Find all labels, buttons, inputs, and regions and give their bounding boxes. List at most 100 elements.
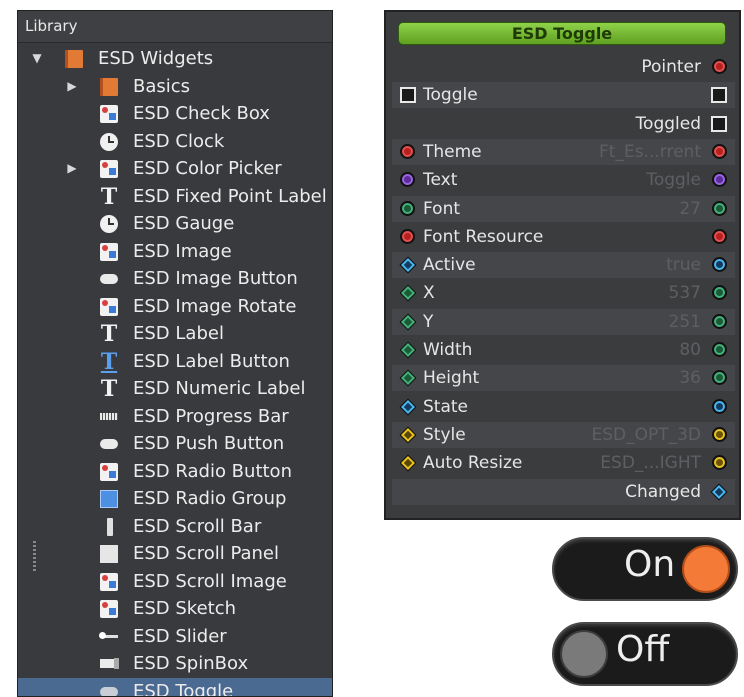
property-label: Font	[423, 198, 461, 219]
tree-item[interactable]: ESD Gauge	[18, 210, 332, 238]
property-row[interactable]: Text Toggle	[392, 167, 735, 193]
image-icon	[100, 297, 118, 316]
input-pin-icon[interactable]	[400, 143, 415, 159]
tree-item[interactable]: ESD Scroll Panel	[18, 540, 332, 568]
property-row[interactable]: Font 27	[392, 195, 735, 222]
tree-item[interactable]: ESD SpinBox	[18, 650, 332, 678]
input-pin-icon[interactable]	[399, 284, 417, 302]
output-pin-icon[interactable]	[712, 313, 727, 329]
property-value[interactable]: Ft_Es...rrent	[599, 139, 701, 165]
property-row[interactable]: Active true	[392, 252, 735, 279]
collapse-arrow-icon[interactable]: ▶	[65, 155, 79, 183]
property-label: Theme	[423, 141, 482, 162]
output-pin-icon[interactable]	[712, 200, 727, 216]
property-row[interactable]: Pointer	[392, 54, 735, 80]
tree-item[interactable]: ESD Slider	[18, 623, 332, 651]
property-row[interactable]: Y 251	[392, 308, 735, 335]
property-row[interactable]: Style ESD_OPT_3D	[392, 421, 735, 448]
output-pin-icon[interactable]	[712, 370, 727, 386]
tree-item[interactable]: ▶ ESD Color Picker	[18, 155, 332, 183]
property-row[interactable]: Height 36	[392, 365, 735, 392]
output-pin-icon[interactable]	[712, 342, 727, 357]
property-value[interactable]: 36	[679, 365, 701, 391]
output-pin-icon[interactable]	[712, 143, 727, 159]
node-title[interactable]: ESD Toggle	[398, 22, 726, 45]
input-pin-icon[interactable]	[400, 200, 415, 216]
output-pin-icon[interactable]	[710, 483, 728, 500]
tree-item[interactable]: ESD Clock	[18, 128, 332, 156]
output-pin-icon[interactable]	[712, 257, 727, 273]
property-value[interactable]: 80	[679, 337, 701, 363]
property-value[interactable]: 27	[679, 196, 701, 222]
tree-item-label: ESD Slider	[133, 625, 227, 647]
property-row[interactable]: Width 80	[392, 337, 735, 363]
property-value[interactable]: ESD_...IGHT	[600, 450, 701, 476]
input-pin-icon[interactable]	[399, 256, 417, 274]
image-icon	[100, 462, 118, 481]
tree-item[interactable]: T ESD Label	[18, 320, 332, 348]
property-value[interactable]: ESD_OPT_3D	[591, 422, 701, 448]
tree-item-label: ESD Radio Group	[133, 488, 287, 509]
input-pin-icon[interactable]	[400, 172, 415, 188]
tree-item[interactable]: ESD Image	[18, 238, 332, 266]
property-row[interactable]: Toggled	[392, 111, 735, 137]
clock-icon	[100, 132, 118, 151]
output-pin-icon[interactable]	[711, 115, 727, 132]
output-pin-icon[interactable]	[712, 59, 727, 74]
input-pin-icon[interactable]	[399, 313, 417, 331]
output-pin-icon[interactable]	[712, 426, 727, 442]
text-icon: T	[100, 376, 118, 402]
tree-item[interactable]: ESD Progress Bar	[18, 403, 332, 431]
resize-grip[interactable]	[33, 541, 36, 571]
tree-item[interactable]: ESD Toggle	[18, 677, 332, 696]
node-panel[interactable]: ESD Toggle Pointer Toggle Toggled Theme Ft_E…	[384, 10, 741, 520]
input-pin-icon[interactable]	[399, 341, 417, 359]
tree-item[interactable]: ESD Radio Button	[18, 458, 332, 486]
input-pin-icon[interactable]	[399, 426, 417, 444]
toggle-off-preview[interactable]: Off	[548, 619, 743, 693]
expand-arrow-icon[interactable]: ▼	[30, 45, 44, 73]
tree-item-label: ESD Radio Button	[133, 460, 292, 482]
property-row[interactable]: Font Resource	[392, 224, 735, 250]
tree-item[interactable]: T ESD Fixed Point Label	[18, 183, 332, 211]
collapse-arrow-icon[interactable]: ▶	[65, 73, 79, 101]
tree-item[interactable]: T ESD Numeric Label	[18, 375, 332, 403]
property-row[interactable]: Toggle	[392, 82, 735, 109]
input-pin-icon[interactable]	[399, 369, 417, 387]
property-value[interactable]: 251	[669, 309, 701, 335]
input-pin-icon[interactable]	[400, 228, 415, 244]
input-pin-icon[interactable]	[399, 454, 417, 472]
output-pin-icon[interactable]	[711, 87, 727, 104]
property-row[interactable]: Changed	[392, 478, 735, 505]
tree-item[interactable]: ESD Sketch	[18, 595, 332, 623]
property-label: Y	[423, 311, 434, 332]
property-value[interactable]: 537	[669, 280, 701, 306]
output-pin-icon[interactable]	[712, 398, 727, 414]
property-row[interactable]: X 537	[392, 280, 735, 306]
tree-item[interactable]: ▶ Basics	[18, 73, 332, 101]
property-row[interactable]: Theme Ft_Es...rrent	[392, 138, 735, 165]
output-pin-icon[interactable]	[712, 228, 727, 244]
tree-item[interactable]: T ESD Label Button	[18, 348, 332, 376]
output-pin-icon[interactable]	[712, 455, 727, 471]
toggle-knob[interactable]	[560, 630, 608, 678]
property-value[interactable]: Toggle	[646, 167, 701, 193]
property-row[interactable]: Auto Resize ESD_...IGHT	[392, 450, 735, 476]
input-pin-icon[interactable]	[400, 87, 416, 104]
tree-item[interactable]: ESD Image Rotate	[18, 293, 332, 321]
tree-item[interactable]: ESD Scroll Image	[18, 568, 332, 596]
toggle-knob[interactable]	[682, 545, 730, 593]
property-row[interactable]: State	[392, 394, 735, 420]
property-value[interactable]: true	[666, 252, 701, 278]
toggle-on-preview[interactable]: On	[548, 534, 743, 608]
tree-item[interactable]: ESD Image Button	[18, 265, 332, 293]
output-pin-icon[interactable]	[712, 172, 727, 188]
tree-item[interactable]: ESD Scroll Bar	[18, 513, 332, 541]
input-pin-icon[interactable]	[399, 398, 417, 416]
tree-item[interactable]: ESD Check Box	[18, 100, 332, 128]
output-pin-icon[interactable]	[712, 285, 727, 301]
property-label: Text	[423, 170, 458, 191]
tree-item[interactable]: ESD Radio Group	[18, 485, 332, 513]
tree-item[interactable]: ESD Push Button	[18, 430, 332, 458]
tree-item[interactable]: ▼ ESD Widgets	[18, 45, 332, 73]
